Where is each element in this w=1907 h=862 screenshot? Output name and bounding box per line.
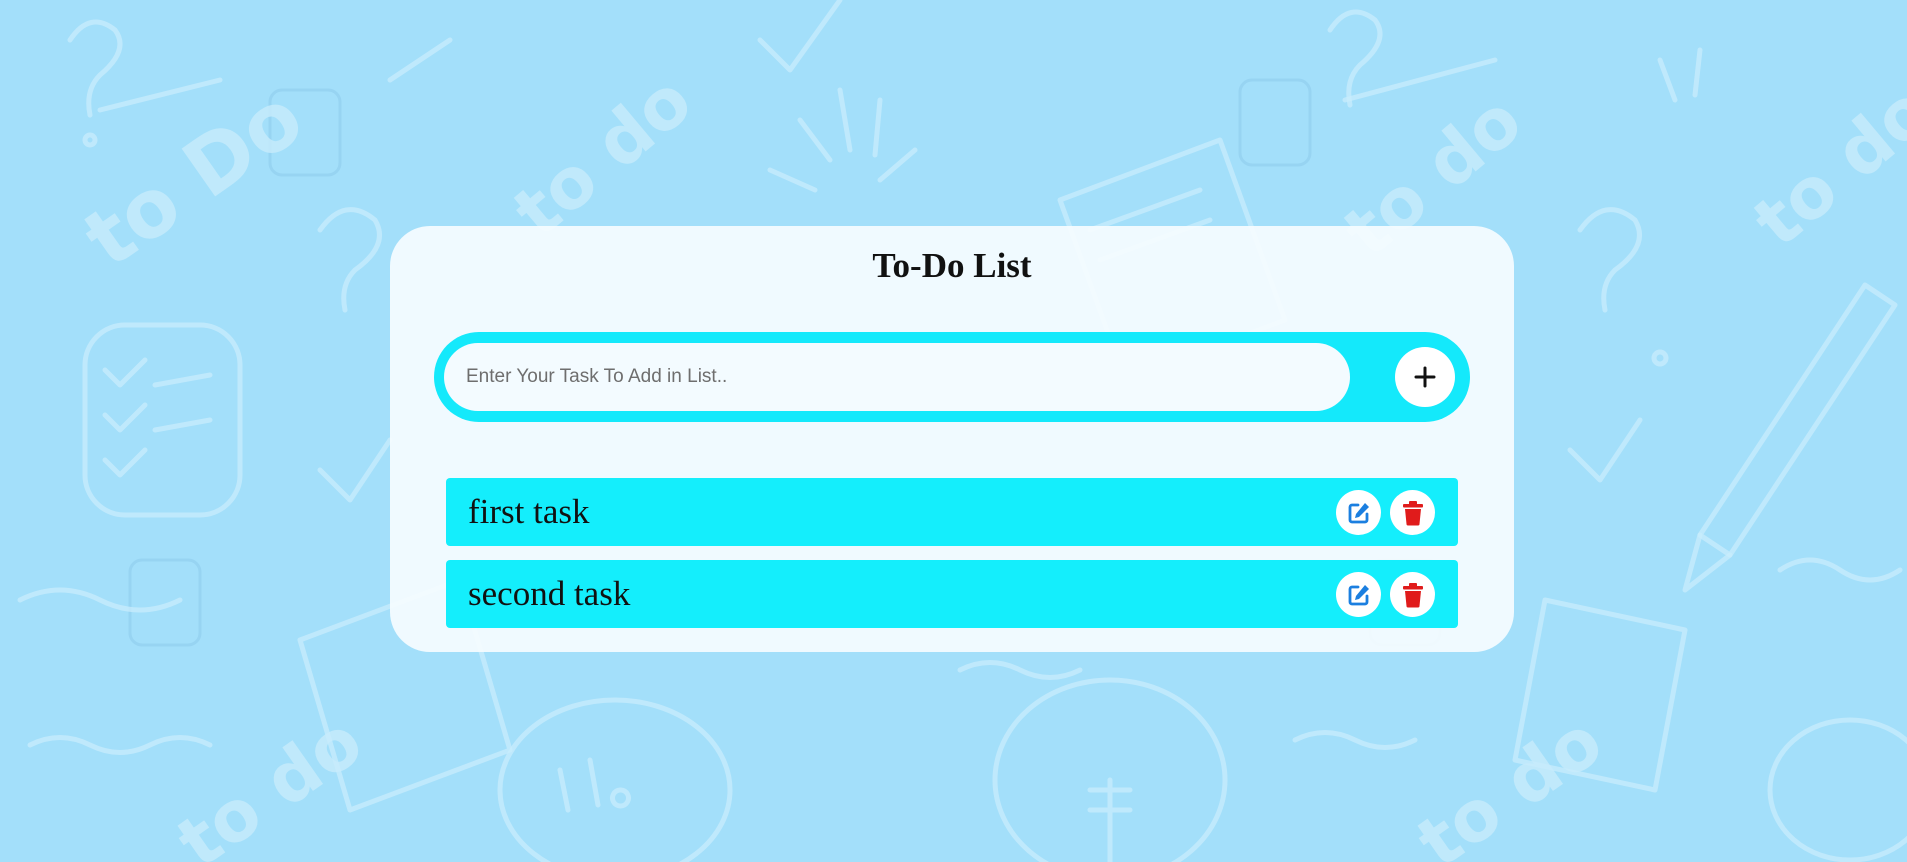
doodle-text-todo: to Do (68, 70, 320, 285)
task-item: second task (446, 560, 1458, 628)
doodle-text-todo-2: to do (498, 59, 707, 253)
task-list: first task second task (446, 478, 1458, 642)
task-text: second task (468, 574, 631, 613)
add-task-button[interactable] (1395, 347, 1455, 407)
page-title: To-Do List (872, 246, 1032, 285)
edit-task-button[interactable] (1336, 490, 1381, 535)
plus-icon (1414, 366, 1436, 388)
edit-task-button[interactable] (1336, 572, 1381, 617)
doodle-text-todo-6: to do (1403, 700, 1617, 862)
doodle-text-todo-5: to do (163, 700, 377, 862)
trash-icon (1402, 582, 1423, 607)
delete-task-button[interactable] (1390, 572, 1435, 617)
todo-card: To-Do List first task (390, 226, 1514, 652)
edit-icon (1348, 584, 1369, 605)
task-input[interactable] (444, 343, 1350, 411)
trash-icon (1402, 500, 1423, 525)
edit-icon (1348, 502, 1369, 523)
delete-task-button[interactable] (1390, 490, 1435, 535)
task-text: first task (468, 492, 590, 531)
doodle-text-todo-4: to do (1738, 69, 1907, 263)
task-item: first task (446, 478, 1458, 546)
task-input-bar (434, 332, 1470, 422)
